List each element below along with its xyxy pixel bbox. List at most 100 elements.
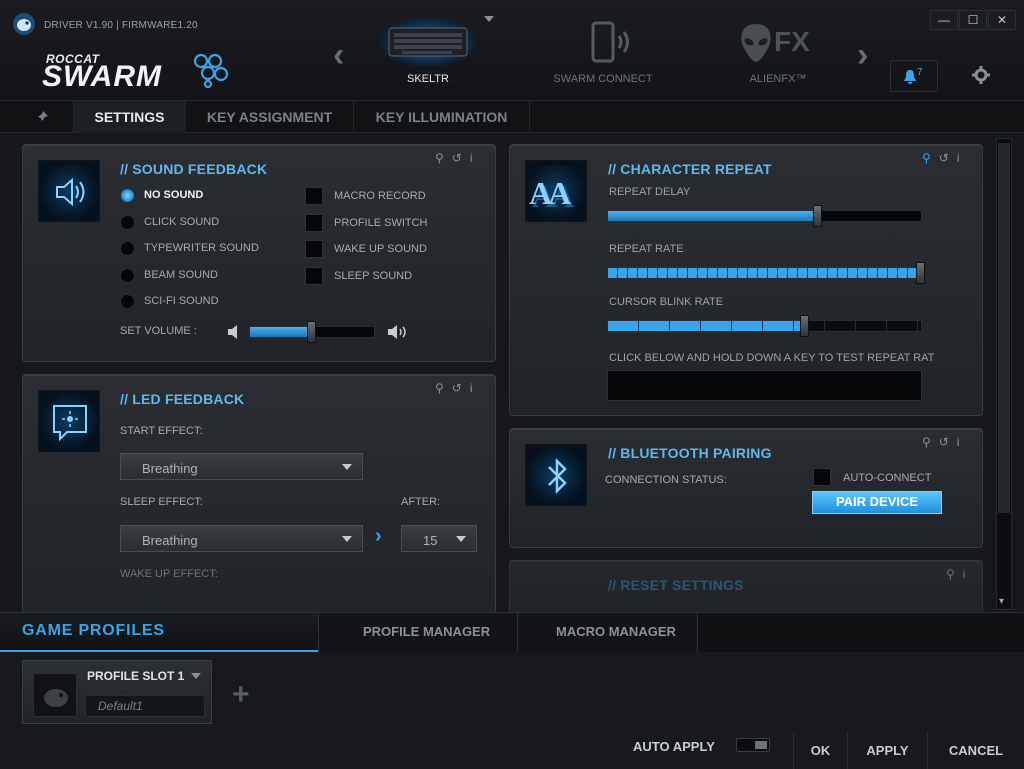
reset-icon[interactable]: ↺ [939,435,957,449]
radio-button[interactable] [120,214,135,230]
swarm-connect-phone-icon[interactable] [588,20,634,66]
radio-label: NO SOUND [144,189,204,201]
repeat-panel-tools: ⚲↺i [922,151,968,165]
wake-up-effect-label: WAKE UP EFFECT: [120,568,218,580]
add-profile-button[interactable]: + [232,678,250,712]
radio-button[interactable] [120,294,135,309]
after-select[interactable]: 15 [401,525,477,552]
profile-slot-1[interactable]: PROFILE SLOT 1 Default1 [22,660,212,724]
close-button[interactable]: ✕ [988,10,1016,30]
scroll-down-icon[interactable]: ▾ [999,596,1004,607]
checkbox[interactable] [305,187,323,205]
sound-radio-option[interactable]: SCI-FI SOUND [119,293,299,311]
info-icon[interactable]: i [957,435,968,449]
radio-button[interactable] [120,241,135,256]
start-effect-select[interactable]: Breathing [120,453,363,480]
radio-button[interactable] [120,188,135,203]
device-prev-arrow[interactable]: ‹ [333,36,344,75]
chevron-right-icon: › [375,525,382,547]
device-label-alienfx: ALIENFX™ [749,73,807,85]
pin-icon[interactable]: ⚲ [435,381,452,395]
speaker-icon [56,177,85,207]
tab-macro-manager[interactable]: MACRO MANAGER [518,613,698,652]
apply-button[interactable]: APPLY [847,733,927,769]
reset-icon[interactable]: ↺ [939,151,957,165]
sound-feedback-panel: // SOUND FEEDBACK ⚲↺i NO SOUND CLICK SOUN… [22,144,496,362]
pin-icon[interactable]: ⚲ [435,151,452,165]
device-skeltr[interactable] [380,18,476,66]
scrollbar-thumb[interactable] [998,143,1010,513]
sound-radio-option[interactable]: BEAM SOUND [119,267,299,285]
sound-radio-option[interactable]: NO SOUND [119,187,299,205]
repeat-rate-slider[interactable] [607,267,922,279]
volume-knob[interactable] [307,321,316,343]
sound-checkbox-option[interactable]: PROFILE SWITCH [305,213,485,234]
profile-avatar [33,673,77,717]
alien-head-icon[interactable] [738,22,774,64]
device-next-arrow[interactable]: › [857,36,868,75]
pair-device-button[interactable]: PAIR DEVICE [812,491,942,514]
repeat-delay-slider[interactable] [607,210,922,222]
volume-label: SET VOLUME : [120,325,197,337]
tab-key-illumination[interactable]: KEY ILLUMINATION [354,101,530,133]
character-repeat-aa-icon: AA [529,175,571,211]
checkbox[interactable] [305,266,323,285]
auto-apply-toggle[interactable] [736,738,770,752]
cursor-blink-label: CURSOR BLINK RATE [609,296,724,308]
cancel-button[interactable]: CANCEL [927,733,1024,769]
sleep-effect-select[interactable]: Breathing [120,525,363,552]
repeat-delay-knob[interactable] [813,205,822,227]
maximize-button[interactable]: ☐ [959,10,987,30]
radio-button[interactable] [120,267,135,283]
info-icon[interactable]: i [963,567,974,581]
tab-profile-manager[interactable]: PROFILE MANAGER [318,613,518,652]
test-repeat-input[interactable] [607,370,922,401]
auto-connect-checkbox[interactable] [813,468,831,486]
sound-checkbox-option[interactable]: SLEEP SOUND [305,266,485,287]
reset-settings-title: // RESET SETTINGS [608,577,744,593]
info-icon[interactable]: i [470,381,481,395]
auto-connect-label: AUTO-CONNECT [843,472,932,484]
checkbox-label: WAKE UP SOUND [334,243,427,255]
pin-icon[interactable]: ⚲ [922,435,939,449]
ok-button[interactable]: OK [793,733,847,769]
volume-fill [250,327,312,337]
led-panel-tools: ⚲↺i [435,381,481,395]
swarm-hex-logo-icon [193,53,229,88]
content-scrollbar[interactable]: ▾ [996,138,1012,610]
pin-icon[interactable]: ⚲ [946,567,963,581]
radio-label: TYPEWRITER SOUND [144,242,259,254]
reset-icon[interactable]: ↺ [452,381,470,395]
pin-tab[interactable] [10,101,74,133]
checkbox[interactable] [305,213,323,232]
sound-radio-option[interactable]: CLICK SOUND [119,214,299,232]
sound-checkbox-option[interactable]: WAKE UP SOUND [305,240,485,260]
profile-manager-label: PROFILE MANAGER [363,624,491,639]
notifications-button[interactable]: 7 [890,60,938,92]
bluetooth-panel: // BLUETOOTH PAIRING ⚲↺i CONNECTION STAT… [509,428,983,548]
reset-icon[interactable]: ↺ [452,151,470,165]
info-icon[interactable]: i [470,151,481,165]
speech-bubble-icon [53,405,87,442]
cursor-blink-knob[interactable] [800,315,809,337]
profile-name-field[interactable]: Default1 [85,695,205,717]
info-icon[interactable]: i [957,151,968,165]
pin-icon[interactable]: ⚲ [922,151,939,165]
checkbox[interactable] [305,240,323,258]
repeat-rate-knob[interactable] [916,262,925,284]
minimize-button[interactable]: — [930,10,958,30]
start-effect-value: Breathing [142,461,198,476]
character-repeat-title: // CHARACTER REPEAT [608,161,772,177]
sleep-effect-label: SLEEP EFFECT: [120,496,203,508]
cursor-blink-fill [608,321,805,331]
sound-radio-option[interactable]: TYPEWRITER SOUND [119,240,299,258]
gear-icon[interactable] [972,66,990,84]
device-label-skeltr: SKELTR [407,73,449,85]
tab-settings[interactable]: SETTINGS [74,101,186,133]
sound-checkbox-option[interactable]: MACRO RECORD [305,187,485,207]
tab-key-assignment[interactable]: KEY ASSIGNMENT [186,101,354,133]
device-dropdown-arrow[interactable] [484,16,494,22]
game-profiles-tab[interactable]: GAME PROFILES [0,613,318,652]
chevron-down-icon[interactable] [191,673,201,679]
cursor-blink-slider[interactable] [607,320,922,332]
